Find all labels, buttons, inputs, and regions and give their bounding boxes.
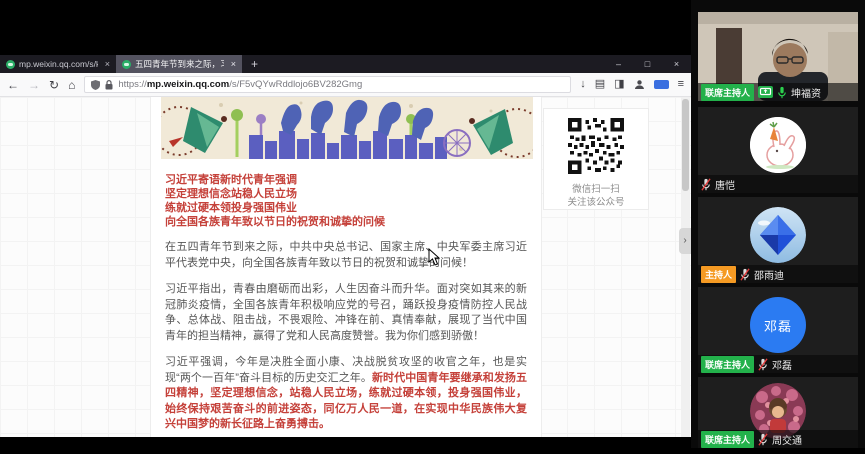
avatar: [750, 117, 806, 173]
participant-tile[interactable]: 联席主持人 周交通: [698, 377, 858, 448]
heading-line: 坚定理想信念站稳人民立场: [165, 187, 527, 201]
reload-button[interactable]: ↻: [49, 79, 59, 91]
forward-button[interactable]: →: [28, 79, 40, 91]
participant-name: 唐恺: [715, 177, 735, 192]
participant-info-bar: 联席主持人 周交通: [698, 430, 858, 448]
page-scrollbar[interactable]: [681, 97, 690, 437]
screen-share-icon: [758, 86, 773, 98]
account-icon[interactable]: [634, 79, 645, 90]
url-text: https://mp.weixin.qq.com/s/F5vQYwRddlojo…: [118, 79, 362, 90]
sidebars-icon[interactable]: ◨: [614, 79, 624, 90]
window-controls: – □ ×: [604, 55, 691, 73]
role-badge: 主持人: [701, 266, 736, 283]
video-panel-toggle[interactable]: ›: [679, 228, 691, 254]
participant-name: 周交通: [772, 432, 802, 447]
participant-tile[interactable]: 联席主持人 坤福资: [698, 12, 858, 101]
participant-name: 坤福资: [791, 85, 821, 100]
qr-caption-line: 关注该公众号: [544, 196, 648, 209]
back-button[interactable]: ←: [7, 79, 19, 91]
library-icon[interactable]: ▤: [595, 79, 605, 90]
mic-muted-icon: [758, 358, 768, 371]
scrollbar-thumb[interactable]: [682, 99, 689, 191]
meeting-participant-panel: 联席主持人 坤福资: [691, 0, 865, 454]
browser-toolbar: ← → ↻ ⌂ https://mp.weixin.qq.com/s/F5vQY…: [0, 73, 691, 97]
avatar: 邓磊: [750, 297, 806, 353]
qr-code: [568, 118, 624, 174]
lock-icon: [105, 80, 113, 90]
article-paragraph: 习近平指出，青春由磨砺而出彩，人生因奋斗而升华。面对突如其来的新冠肺炎疫情，全国…: [165, 282, 527, 344]
extension-badge-icon[interactable]: [654, 80, 669, 89]
mic-muted-icon: [758, 433, 768, 446]
close-button[interactable]: ×: [662, 55, 691, 73]
screen-letterbox: [0, 448, 865, 454]
tab-title: mp.weixin.qq.com/s/kk5Uu9: [19, 59, 98, 69]
participant-info-bar: 唐恺: [698, 175, 858, 193]
new-tab-button[interactable]: +: [242, 55, 267, 73]
qr-caption: 微信扫一扫 关注该公众号: [544, 183, 648, 209]
menu-icon[interactable]: ≡: [678, 79, 684, 90]
mic-muted-icon: [740, 268, 750, 281]
mic-muted-icon: [701, 178, 711, 191]
tab-weixin-article-1[interactable]: mp.weixin.qq.com/s/kk5Uu9 ×: [0, 55, 116, 73]
article-paragraph: 在五四青年节到来之际，中共中央总书记、国家主席、中央军委主席习近平代表党中央，向…: [165, 240, 527, 271]
tab-title: 五四青年节到来之际，习近平: [135, 58, 224, 70]
downloads-icon[interactable]: ↓: [580, 79, 586, 90]
article-paragraph: 习近平强调，今年是决胜全面小康、决战脱贫攻坚的收官之年，也是实现“两个一百年”奋…: [165, 355, 527, 433]
role-badge: 联席主持人: [701, 356, 754, 373]
home-button[interactable]: ⌂: [68, 79, 75, 91]
qr-code-panel: 微信扫一扫 关注该公众号: [543, 108, 649, 210]
participant-tile[interactable]: 邓磊 联席主持人 邓磊: [698, 287, 858, 373]
mouse-cursor: [428, 248, 440, 266]
article-heading: 习近平寄语新时代青年强调 坚定理想信念站稳人民立场 练就过硬本领投身强国伟业 向…: [165, 173, 527, 229]
mic-on-icon: [777, 86, 787, 99]
page-content: 习近平寄语新时代青年强调 坚定理想信念站稳人民立场 练就过硬本领投身强国伟业 向…: [0, 97, 691, 437]
role-badge: 联席主持人: [701, 84, 754, 101]
participant-name: 邵雨迪: [754, 267, 784, 282]
participant-info-bar: 主持人 邵雨迪: [698, 265, 858, 283]
qr-caption-line: 微信扫一扫: [544, 183, 648, 196]
tab-bar: mp.weixin.qq.com/s/kk5Uu9 × 五四青年节到来之际，习近…: [0, 55, 691, 73]
participant-name: 邓磊: [772, 357, 792, 372]
heading-line: 练就过硬本领投身强国伟业: [165, 201, 527, 215]
heading-line: 向全国各族青年致以节日的祝贺和诚挚的问候: [165, 215, 527, 229]
participant-tile[interactable]: 主持人 邵雨迪: [698, 197, 858, 283]
toolbar-right-icons: ↓ ▤ ◨ ≡: [580, 79, 684, 90]
screen: mp.weixin.qq.com/s/kk5Uu9 × 五四青年节到来之际，习近…: [0, 0, 865, 454]
tab-close-icon[interactable]: ×: [228, 59, 236, 69]
participant-info-bar: 联席主持人 坤福资: [698, 83, 858, 101]
tracking-shield-icon[interactable]: [91, 80, 100, 90]
address-bar[interactable]: https://mp.weixin.qq.com/s/F5vQYwRddlojo…: [84, 76, 571, 93]
maximize-button[interactable]: □: [633, 55, 662, 73]
participant-info-bar: 联席主持人 邓磊: [698, 355, 858, 373]
article-column: 习近平寄语新时代青年强调 坚定理想信念站稳人民立场 练就过硬本领投身强国伟业 向…: [150, 97, 542, 437]
heading-line: 习近平寄语新时代青年强调: [165, 173, 527, 187]
tab-close-icon[interactable]: ×: [102, 59, 110, 69]
tab-weixin-article-2[interactable]: 五四青年节到来之际，习近平 ×: [116, 55, 242, 73]
article-banner-illustration: [161, 97, 533, 159]
wechat-favicon-icon: [122, 60, 131, 69]
minimize-button[interactable]: –: [604, 55, 633, 73]
avatar: [750, 207, 806, 263]
firefox-window: mp.weixin.qq.com/s/kk5Uu9 × 五四青年节到来之际，习近…: [0, 55, 691, 437]
role-badge: 联席主持人: [701, 431, 754, 448]
wechat-favicon-icon: [6, 60, 15, 69]
participant-tile[interactable]: 唐恺: [698, 107, 858, 193]
